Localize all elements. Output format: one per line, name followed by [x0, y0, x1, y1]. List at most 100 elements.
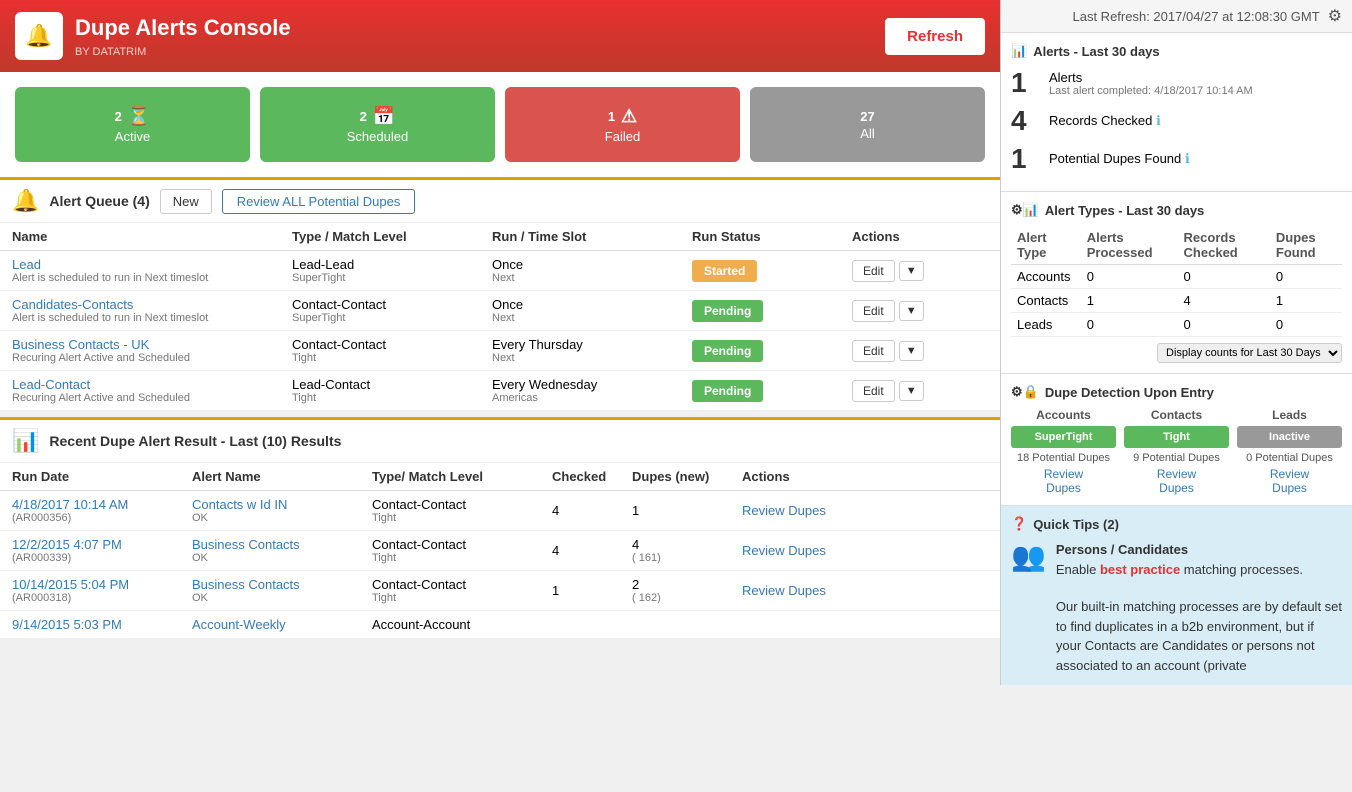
dd-accounts-dupes-link[interactable]: Dupes [1011, 481, 1116, 495]
quick-tips-highlight: best practice [1100, 562, 1180, 577]
edit-button[interactable]: Edit [852, 340, 895, 362]
dd-leads-btn[interactable]: Inactive [1237, 426, 1342, 448]
dd-col-leads: Leads Inactive 0 Potential Dupes Review … [1237, 408, 1342, 495]
res-date[interactable]: 12/2/2015 4:07 PM [12, 537, 192, 552]
res-alert-name[interactable]: Business Contacts [192, 577, 372, 592]
new-button[interactable]: New [160, 189, 212, 214]
alert-slot: Next [492, 312, 692, 324]
alerts-last30-section: 📊 Alerts - Last 30 days 1 Alerts Last al… [1001, 33, 1352, 192]
failed-icon: ⚠ [621, 106, 637, 127]
display-counts-select[interactable]: Display counts for Last 30 Days [1157, 343, 1342, 363]
at-dupes: 0 [1270, 313, 1342, 337]
res-dupes-sub: ( 161) [632, 552, 742, 564]
alert-name-link[interactable]: Lead-Contact [12, 377, 90, 392]
row-type-cell: Contact-Contact SuperTight [292, 297, 492, 324]
review-dupes-link[interactable]: Review Dupes [742, 543, 826, 558]
alert-queue-header: 🔔 Alert Queue (4) New Review ALL Potenti… [0, 180, 1000, 223]
alert-run: Once [492, 297, 692, 312]
res-col-name: Alert Name [192, 469, 372, 484]
alert-name-link[interactable]: Candidates-Contacts [12, 297, 133, 312]
res-date[interactable]: 9/14/2015 5:03 PM [12, 617, 192, 632]
dd-contacts-dupes-link[interactable]: Dupes [1124, 481, 1229, 495]
dropdown-button[interactable]: ▼ [899, 381, 924, 401]
edit-button[interactable]: Edit [852, 380, 895, 402]
res-type: Contact-Contact [372, 497, 552, 512]
results-title: Recent Dupe Alert Result - Last (10) Res… [49, 433, 341, 449]
dd-leads-review-link[interactable]: Review [1237, 467, 1342, 481]
scheduled-count: 2 📅 [360, 106, 396, 127]
res-action-cell: Review Dupes [742, 543, 862, 558]
res-type: Contact-Contact [372, 537, 552, 552]
res-alert-name[interactable]: Contacts w Id IN [192, 497, 372, 512]
res-checked-cell: 1 [552, 583, 632, 598]
row-run-cell: Every Thursday Next [492, 337, 692, 364]
quick-tips-body1: Enable [1056, 562, 1100, 577]
alert-sub-text: Alert is scheduled to run in Next timesl… [12, 312, 292, 324]
quick-tips-section: ❓ Quick Tips (2) 👥 Persons / Candidates … [1001, 506, 1352, 685]
dropdown-button[interactable]: ▼ [899, 341, 924, 361]
review-dupes-link[interactable]: Review Dupes [742, 583, 826, 598]
res-date-sub: (AR000339) [12, 552, 192, 564]
alert-sub-text: Alert is scheduled to run in Next timesl… [12, 272, 292, 284]
dd-leads-dupes-link[interactable]: Dupes [1237, 481, 1342, 495]
res-date[interactable]: 10/14/2015 5:04 PM [12, 577, 192, 592]
at-col-type: Alert Type [1011, 226, 1081, 265]
alert-type: Contact-Contact [292, 297, 492, 312]
row-name-cell: Lead Alert is scheduled to run in Next t… [12, 257, 292, 284]
res-alert-name[interactable]: Business Contacts [192, 537, 372, 552]
res-dupes-cell: 1 [632, 503, 742, 518]
res-dupes-cell: 4 ( 161) [632, 537, 742, 564]
all-count: 27 [860, 109, 874, 124]
res-col-actions: Actions [742, 469, 862, 484]
at-records: 4 [1178, 289, 1270, 313]
res-dupes: 2 [632, 577, 742, 592]
stat-card-active[interactable]: 2 ⏳ Active [15, 87, 250, 162]
alert-types-title: ⚙📊 Alert Types - Last 30 days [1011, 202, 1342, 218]
dd-contacts-btn[interactable]: Tight [1124, 426, 1229, 448]
alert-name-link[interactable]: Business Contacts - UK [12, 337, 149, 352]
refresh-button[interactable]: Refresh [885, 18, 985, 55]
dd-col-contacts: Contacts Tight 9 Potential Dupes Review … [1124, 408, 1229, 495]
alert-run: Every Thursday [492, 337, 692, 352]
stat-card-scheduled[interactable]: 2 📅 Scheduled [260, 87, 495, 162]
dropdown-button[interactable]: ▼ [899, 261, 924, 281]
right-panel: Last Refresh: 2017/04/27 at 12:08:30 GMT… [1000, 0, 1352, 685]
res-match: Tight [372, 552, 552, 564]
alert-name-link[interactable]: Lead [12, 257, 41, 272]
at-records: 0 [1178, 313, 1270, 337]
edit-button[interactable]: Edit [852, 260, 895, 282]
res-alert-name[interactable]: Account-Weekly [192, 617, 372, 632]
bar-chart-icon: 📊 [1011, 43, 1027, 59]
quick-tips-icon: ❓ [1011, 516, 1027, 532]
gear-icon[interactable]: ⚙ [1328, 6, 1342, 26]
dupes-found-info-icon[interactable]: ℹ [1185, 151, 1190, 166]
res-name-cell: Business Contacts OK [192, 577, 372, 604]
at-type: Leads [1011, 313, 1081, 337]
res-col-type: Type/ Match Level [372, 469, 552, 484]
stat-card-failed[interactable]: 1 ⚠ Failed [505, 87, 740, 162]
alerts-sub: Last alert completed: 4/18/2017 10:14 AM [1049, 85, 1253, 97]
row-status-cell: Pending [692, 380, 852, 402]
at-dupes: 0 [1270, 265, 1342, 289]
dd-accounts-btn[interactable]: SuperTight [1011, 426, 1116, 448]
res-date[interactable]: 4/18/2017 10:14 AM [12, 497, 192, 512]
edit-button[interactable]: Edit [852, 300, 895, 322]
stat-card-all[interactable]: 27 All [750, 87, 985, 162]
at-alerts: 0 [1081, 313, 1178, 337]
quick-tips-body2: matching processes. [1180, 562, 1303, 577]
records-number: 4 [1011, 105, 1041, 137]
at-dupes: 1 [1270, 289, 1342, 313]
table-row: Candidates-Contacts Alert is scheduled t… [0, 291, 1000, 331]
dd-col-accounts: Accounts SuperTight 18 Potential Dupes R… [1011, 408, 1116, 495]
res-type-cell: Contact-Contact Tight [372, 537, 552, 564]
dd-accounts-review-link[interactable]: Review [1011, 467, 1116, 481]
at-row-accounts: Accounts 0 0 0 [1011, 265, 1342, 289]
records-info-icon[interactable]: ℹ [1156, 113, 1161, 128]
res-col-date: Run Date [12, 469, 192, 484]
dd-contacts-review-link[interactable]: Review [1124, 467, 1229, 481]
stat-cards-container: 2 ⏳ Active 2 📅 Scheduled 1 ⚠ Failed [0, 72, 1000, 177]
review-dupes-link[interactable]: Review Dupes [742, 503, 826, 518]
review-all-button[interactable]: Review ALL Potential Dupes [222, 189, 416, 214]
results-table-header: Run Date Alert Name Type/ Match Level Ch… [0, 463, 1000, 491]
dropdown-button[interactable]: ▼ [899, 301, 924, 321]
